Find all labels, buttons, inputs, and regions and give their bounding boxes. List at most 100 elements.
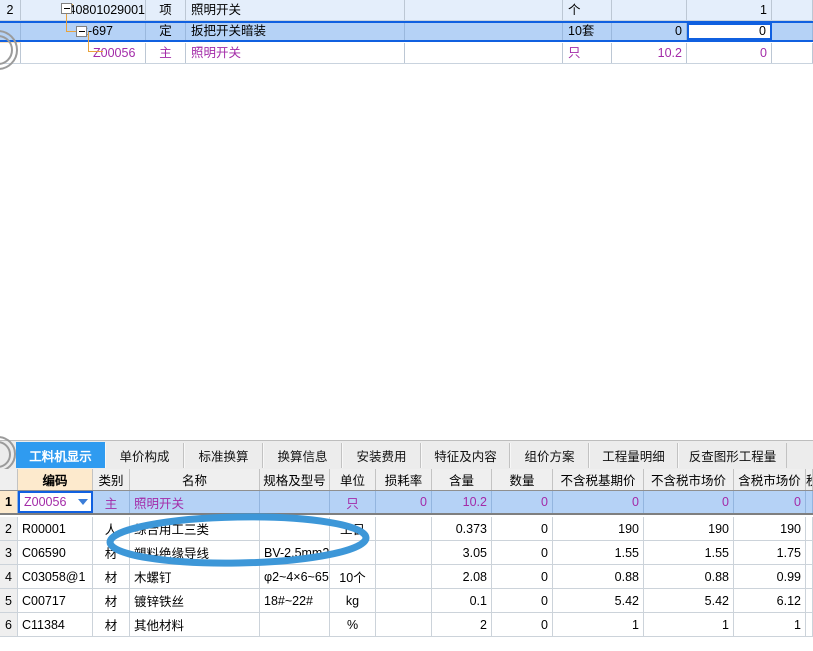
price-market-tax-cell: 6.12	[734, 589, 806, 612]
header-price-base-notax[interactable]: 不含税基期价	[553, 469, 644, 490]
spec-cell	[260, 517, 330, 540]
item-unit: 个	[563, 0, 612, 20]
item-code: Z00056	[93, 45, 136, 60]
price-partial-cell	[806, 517, 813, 540]
item-type: 定	[146, 23, 186, 40]
loss-rate-cell	[376, 589, 432, 612]
header-category[interactable]: 类别	[93, 469, 130, 490]
price-base-notax-cell: 0.88	[553, 565, 644, 588]
price-market-notax-cell: 1	[644, 613, 734, 636]
unit-cell: 工日	[330, 517, 376, 540]
code-cell[interactable]: C00717	[18, 589, 93, 612]
tab-5[interactable]: 安装费用	[342, 443, 421, 468]
item-amount: 1	[687, 0, 772, 20]
item-quantity	[612, 0, 687, 20]
unit-cell: %	[330, 613, 376, 636]
table-row[interactable]: 5 C00717 材 镀锌铁丝 18#~22# kg 0.1 0 5.42 5.…	[0, 589, 813, 613]
tab-4[interactable]: 换算信息	[263, 443, 342, 468]
tab-label: 组价方案	[524, 450, 575, 464]
price-market-tax-cell: 0.99	[734, 565, 806, 588]
table-row[interactable]: 2 040801029001 项 照明开关 个 1	[0, 0, 813, 21]
row-number: 5	[0, 589, 18, 612]
tab-7[interactable]: 组价方案	[510, 443, 589, 468]
header-unit[interactable]: 单位	[330, 469, 376, 490]
collapse-icon[interactable]	[76, 26, 87, 37]
item-code-cell[interactable]: Z00056	[21, 43, 146, 63]
content-cell: 10.2	[432, 491, 492, 513]
item-quantity: 10.2	[612, 43, 687, 63]
item-code-cell[interactable]: 040801029001	[21, 0, 146, 20]
table-row-selected[interactable]: 1 Z00056 主 照明开关 只 0 10.2 0 0 0 0	[0, 491, 813, 515]
item-amount-editor[interactable]: 0	[687, 23, 772, 40]
table-row[interactable]: 3 C06590 材 塑料绝缘导线 BV-2.5mm2 3.05 0 1.55 …	[0, 541, 813, 565]
unit-cell: 只	[330, 491, 376, 513]
item-type: 主	[146, 43, 186, 63]
tab-label: 标准换算	[198, 450, 249, 464]
code-cell[interactable]: C06590	[18, 541, 93, 564]
tab-6[interactable]: 特征及内容	[421, 443, 510, 468]
code-cell[interactable]: R00001	[18, 517, 93, 540]
table-row[interactable]: Z00056 主 照明开关 只 10.2 0	[0, 43, 813, 64]
price-partial-cell	[806, 565, 813, 588]
price-base-notax-cell: 1	[553, 613, 644, 636]
row-number: 2	[0, 517, 18, 540]
header-price-partial[interactable]: 税	[806, 469, 813, 490]
collapse-icon[interactable]	[61, 3, 72, 14]
tab-label: 单价构成	[119, 450, 170, 464]
price-market-tax-cell: 1	[734, 613, 806, 636]
unit-cell	[330, 541, 376, 564]
content-cell: 3.05	[432, 541, 492, 564]
header-code[interactable]: 编码	[18, 469, 93, 490]
spec-cell: BV-2.5mm2	[260, 541, 330, 564]
tab-9[interactable]: 反查图形工程量	[678, 443, 787, 468]
table-row[interactable]: 2 R00001 人 综合用工三类 工日 0.373 0 190 190 190	[0, 517, 813, 541]
chevron-down-icon[interactable]	[78, 499, 88, 505]
material-machine-grid[interactable]: 编码 类别 名称 规格及型号 单位 损耗率 含量 数量 不含税基期价 不含税市场…	[0, 469, 813, 651]
header-price-market-notax[interactable]: 不含税市场价	[644, 469, 734, 490]
header-loss-rate[interactable]: 损耗率	[376, 469, 432, 490]
detail-tab-bar[interactable]: 工料机显示 单价构成 标准换算 换算信息 安装费用 特征及内容 组价方案 工程量明细 反查图形工…	[0, 440, 813, 470]
row-number: 1	[0, 491, 18, 513]
item-tail	[772, 0, 813, 20]
header-quantity[interactable]: 数量	[492, 469, 553, 490]
category-cell: 人	[93, 517, 130, 540]
item-unit: 10套	[563, 23, 612, 40]
tab-label: 换算信息	[277, 450, 328, 464]
tab-8[interactable]: 工程量明细	[589, 443, 678, 468]
loss-rate-cell	[376, 565, 432, 588]
table-row[interactable]: 4 C03058@1 材 木螺钉 φ2~4×6~65 10个 2.08 0 0.…	[0, 565, 813, 589]
table-row-selected[interactable]: 2-697 定 扳把开关暗装 10套 0 0	[0, 21, 813, 42]
spec-cell: 18#~22#	[260, 589, 330, 612]
price-market-tax-cell: 190	[734, 517, 806, 540]
item-name: 照明开关	[186, 0, 405, 20]
category-cell: 材	[93, 541, 130, 564]
tab-3[interactable]: 标准换算	[184, 443, 263, 468]
code-value: Z00056	[24, 495, 67, 509]
header-name[interactable]: 名称	[130, 469, 260, 490]
price-partial-cell	[806, 491, 813, 513]
loss-rate-cell: 0	[376, 491, 432, 513]
header-content[interactable]: 含量	[432, 469, 492, 490]
name-cell: 镀锌铁丝	[130, 589, 260, 612]
tab-2[interactable]: 单价构成	[105, 443, 184, 468]
code-cell[interactable]: C03058@1	[18, 565, 93, 588]
header-price-market-tax[interactable]: 含税市场价	[734, 469, 806, 490]
tab-1[interactable]: 工料机显示	[16, 442, 105, 468]
item-type: 项	[146, 0, 186, 20]
price-market-notax-cell: 190	[644, 517, 734, 540]
spec-cell	[260, 491, 330, 513]
price-partial-cell	[806, 613, 813, 636]
price-market-notax-cell: 0.88	[644, 565, 734, 588]
price-market-notax-cell: 0	[644, 491, 734, 513]
upper-item-grid[interactable]: 2 040801029001 项 照明开关 个 1 2-697 定 扳把开关暗装…	[0, 0, 813, 65]
price-market-tax-cell: 0	[734, 491, 806, 513]
table-row[interactable]: 6 C11384 材 其他材料 % 2 0 1 1 1	[0, 613, 813, 637]
code-editor-field[interactable]: Z00056	[18, 491, 93, 513]
name-cell: 其他材料	[130, 613, 260, 636]
code-cell[interactable]: C11384	[18, 613, 93, 636]
header-spec[interactable]: 规格及型号	[260, 469, 330, 490]
spec-cell: φ2~4×6~65	[260, 565, 330, 588]
item-tail	[772, 23, 813, 40]
price-partial-cell	[806, 589, 813, 612]
price-market-notax-cell: 5.42	[644, 589, 734, 612]
